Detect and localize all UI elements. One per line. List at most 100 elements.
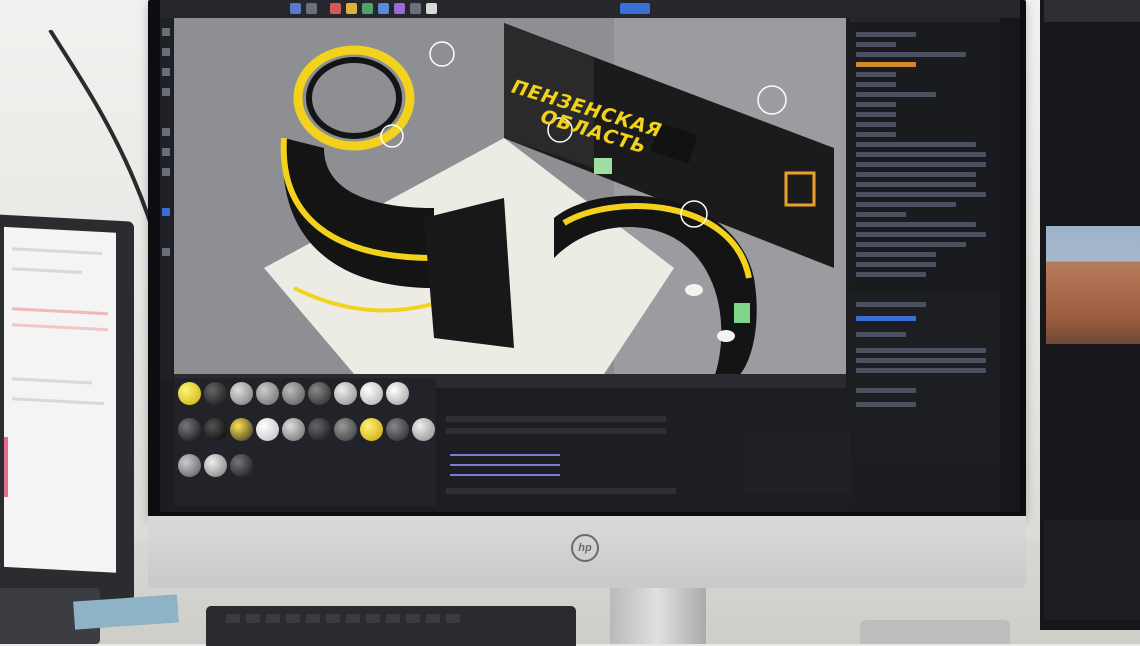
green-cube <box>734 303 750 323</box>
key <box>326 614 340 623</box>
object-row[interactable] <box>856 122 896 127</box>
attr-row[interactable] <box>856 368 986 373</box>
move-icon[interactable] <box>162 28 170 36</box>
monitor-stand <box>610 588 706 644</box>
coordinate-manager[interactable] <box>744 432 852 492</box>
material-grey[interactable] <box>282 382 305 405</box>
deformer-icon[interactable] <box>394 3 405 14</box>
key <box>406 614 420 623</box>
record-icon[interactable] <box>330 3 341 14</box>
material-black[interactable] <box>204 382 227 405</box>
object-row[interactable] <box>856 142 976 147</box>
material-grey[interactable] <box>256 382 279 405</box>
layout-tab[interactable] <box>620 3 650 14</box>
object-row[interactable] <box>856 132 896 137</box>
material-light[interactable] <box>204 454 227 477</box>
attribute-manager[interactable] <box>850 292 1000 462</box>
camera-icon[interactable] <box>410 3 421 14</box>
sphere-icon[interactable] <box>378 3 389 14</box>
material-yellow[interactable] <box>360 418 383 441</box>
point-mode-icon[interactable] <box>162 128 170 136</box>
scale-icon[interactable] <box>162 68 170 76</box>
material-dark[interactable] <box>308 418 331 441</box>
material-white[interactable] <box>256 418 279 441</box>
attr-row[interactable] <box>856 402 916 407</box>
key <box>266 614 280 623</box>
attr-tab-row[interactable] <box>856 302 926 307</box>
undo-icon[interactable] <box>290 3 301 14</box>
object-row[interactable] <box>856 242 966 247</box>
key <box>246 614 260 623</box>
material-mixed[interactable] <box>230 418 253 441</box>
object-row[interactable] <box>856 222 976 227</box>
track-bar[interactable] <box>450 454 560 456</box>
object-row[interactable] <box>856 182 976 187</box>
object-row[interactable] <box>856 72 896 77</box>
object-row[interactable] <box>856 232 986 237</box>
attr-row[interactable] <box>446 488 676 494</box>
object-row[interactable] <box>856 252 936 257</box>
attr-row[interactable] <box>856 358 986 363</box>
attr-row[interactable] <box>856 388 916 393</box>
track-bar[interactable] <box>450 464 560 466</box>
attr-row[interactable] <box>446 428 666 434</box>
laptop-screen <box>4 226 116 573</box>
attr-row[interactable] <box>446 416 666 422</box>
object-row[interactable] <box>856 92 936 97</box>
object-row[interactable] <box>856 202 956 207</box>
left-tool-palette[interactable] <box>160 18 172 378</box>
material-dark[interactable] <box>386 418 409 441</box>
attr-row[interactable] <box>856 332 906 337</box>
material-grey[interactable] <box>282 418 305 441</box>
material-dark[interactable] <box>230 454 253 477</box>
object-row[interactable] <box>856 162 986 167</box>
material-light[interactable] <box>412 418 435 441</box>
attr-tab-active[interactable] <box>856 316 916 321</box>
polygon-mode-icon[interactable] <box>162 168 170 176</box>
object-row[interactable] <box>856 172 976 177</box>
material-manager[interactable] <box>174 378 436 506</box>
object-row[interactable] <box>856 212 906 217</box>
key <box>366 614 380 623</box>
material-black[interactable] <box>178 418 201 441</box>
object-row[interactable] <box>856 152 986 157</box>
material-white[interactable] <box>386 382 409 405</box>
object-row[interactable] <box>856 52 966 57</box>
track-bar[interactable] <box>450 474 560 476</box>
keyframe-icon[interactable] <box>346 3 357 14</box>
material-grey[interactable] <box>230 382 253 405</box>
object-row[interactable] <box>856 112 896 117</box>
right-sidebar[interactable] <box>1000 18 1020 512</box>
material-yellow[interactable] <box>178 382 201 405</box>
edge-mode-icon[interactable] <box>162 148 170 156</box>
material-dark[interactable] <box>308 382 331 405</box>
cube-icon[interactable] <box>362 3 373 14</box>
object-row[interactable] <box>856 272 926 277</box>
center-divider <box>424 198 514 348</box>
object-row-selected[interactable] <box>856 62 916 67</box>
laptop-text-line <box>12 377 92 385</box>
redo-icon[interactable] <box>306 3 317 14</box>
material-grey[interactable] <box>178 454 201 477</box>
3d-viewport[interactable]: ПЕНЗЕНСКАЯ ОБЛАСТЬ <box>174 18 846 374</box>
object-row[interactable] <box>856 102 896 107</box>
material-white[interactable] <box>360 382 383 405</box>
light-icon[interactable] <box>426 3 437 14</box>
object-row[interactable] <box>856 262 936 267</box>
second-monitor-toolbar <box>1044 0 1140 22</box>
material-light[interactable] <box>334 382 357 405</box>
rotate-icon[interactable] <box>162 48 170 56</box>
material-dark[interactable] <box>334 418 357 441</box>
attr-row[interactable] <box>856 348 986 353</box>
active-tool-icon[interactable] <box>162 208 170 216</box>
snap-icon[interactable] <box>162 248 170 256</box>
object-row[interactable] <box>856 192 986 197</box>
object-row[interactable] <box>856 32 916 37</box>
app-menubar[interactable] <box>160 0 1020 18</box>
select-icon[interactable] <box>162 88 170 96</box>
object-row[interactable] <box>856 82 896 87</box>
object-row[interactable] <box>856 42 896 47</box>
light-gizmo <box>429 41 455 67</box>
material-black[interactable] <box>204 418 227 441</box>
object-manager[interactable] <box>850 22 1000 292</box>
